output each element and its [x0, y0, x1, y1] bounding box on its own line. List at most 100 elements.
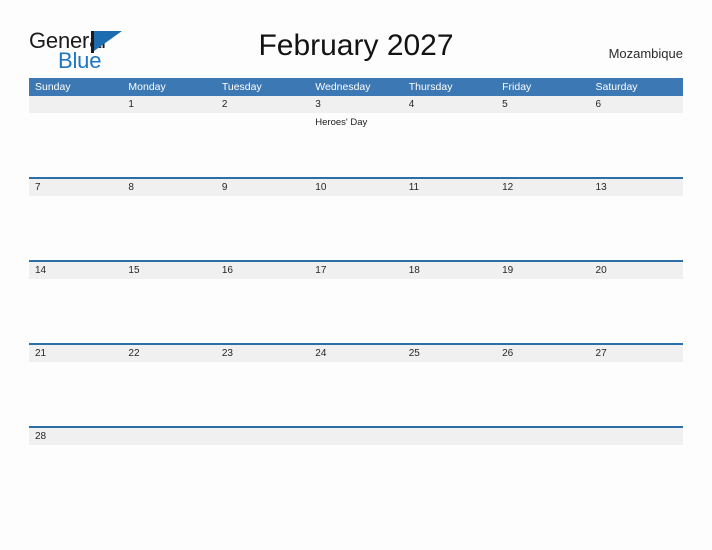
- event-cell[interactable]: [29, 445, 122, 509]
- day-cell[interactable]: 15: [122, 262, 215, 279]
- event-cell[interactable]: [403, 445, 496, 509]
- day-cell[interactable]: 19: [496, 262, 589, 279]
- event-cell[interactable]: [122, 362, 215, 426]
- event-cell[interactable]: [216, 362, 309, 426]
- event-cell[interactable]: [309, 196, 402, 260]
- event-cell[interactable]: [403, 196, 496, 260]
- event-label: Heroes' Day: [315, 117, 368, 128]
- day-number: 11: [408, 182, 420, 193]
- day-cell[interactable]: [29, 96, 122, 113]
- day-cell[interactable]: 7: [29, 179, 122, 196]
- day-cell[interactable]: 16: [216, 262, 309, 279]
- event-cell[interactable]: [309, 362, 402, 426]
- event-cell[interactable]: [403, 113, 496, 177]
- event-cell[interactable]: [496, 445, 589, 509]
- event-cell[interactable]: [496, 279, 589, 343]
- page-title: February 2027: [258, 29, 454, 62]
- day-number: 14: [35, 265, 47, 276]
- event-cell[interactable]: [403, 362, 496, 426]
- day-cell[interactable]: 21: [29, 345, 122, 362]
- calendar-week-row: 14 15 16 17 18 19 20: [29, 260, 683, 343]
- day-cell[interactable]: 25: [403, 345, 496, 362]
- week-events-band: [29, 445, 683, 509]
- week-day-number-band: 14 15 16 17 18 19 20: [29, 262, 683, 279]
- day-cell[interactable]: 5: [496, 96, 589, 113]
- weekday-header-tuesday: Tuesday: [221, 81, 262, 93]
- week-events-band: [29, 196, 683, 260]
- day-cell[interactable]: [496, 428, 589, 445]
- day-number: 25: [408, 348, 420, 359]
- event-cell[interactable]: [216, 445, 309, 509]
- day-number: 10: [315, 182, 327, 193]
- day-cell[interactable]: 24: [309, 345, 402, 362]
- day-cell[interactable]: 4: [403, 96, 496, 113]
- event-cell[interactable]: [29, 362, 122, 426]
- day-cell[interactable]: 17: [309, 262, 402, 279]
- day-cell[interactable]: 18: [403, 262, 496, 279]
- weekday-header-saturday: Saturday: [595, 81, 638, 93]
- day-cell[interactable]: 28: [29, 428, 122, 445]
- page-header: General Blue February 2027 Mozambique: [0, 0, 712, 78]
- day-number: 19: [502, 265, 514, 276]
- event-cell[interactable]: [496, 196, 589, 260]
- event-cell[interactable]: [29, 113, 122, 177]
- day-cell[interactable]: 3: [309, 96, 402, 113]
- day-cell[interactable]: [590, 428, 683, 445]
- day-number: 7: [35, 182, 41, 193]
- day-cell[interactable]: 12: [496, 179, 589, 196]
- day-cell[interactable]: 14: [29, 262, 122, 279]
- day-cell[interactable]: 8: [122, 179, 215, 196]
- event-cell[interactable]: [590, 279, 683, 343]
- day-cell[interactable]: 26: [496, 345, 589, 362]
- day-cell[interactable]: 22: [122, 345, 215, 362]
- day-number: 8: [128, 182, 134, 193]
- event-cell[interactable]: [496, 113, 589, 177]
- day-cell[interactable]: 6: [590, 96, 683, 113]
- event-cell[interactable]: [496, 362, 589, 426]
- day-cell[interactable]: 11: [403, 179, 496, 196]
- event-cell[interactable]: [216, 113, 309, 177]
- day-cell[interactable]: 20: [590, 262, 683, 279]
- day-cell[interactable]: 23: [216, 345, 309, 362]
- event-cell[interactable]: [309, 445, 402, 509]
- day-cell[interactable]: [122, 428, 215, 445]
- day-cell[interactable]: 1: [122, 96, 215, 113]
- week-day-number-band: 1 2 3 4 5 6: [29, 96, 683, 113]
- day-number: 2: [221, 99, 228, 110]
- event-cell[interactable]: [590, 196, 683, 260]
- event-cell[interactable]: [309, 279, 402, 343]
- day-cell[interactable]: 27: [590, 345, 683, 362]
- day-number: 17: [315, 265, 327, 276]
- event-cell[interactable]: [216, 196, 309, 260]
- event-cell[interactable]: [122, 196, 215, 260]
- event-cell[interactable]: [122, 279, 215, 343]
- event-cell[interactable]: Heroes' Day: [309, 113, 402, 177]
- calendar-week-row: 28: [29, 426, 683, 509]
- day-cell[interactable]: 13: [590, 179, 683, 196]
- calendar-week-row: 1 2 3 4 5 6 Heroes' Day: [29, 96, 683, 177]
- weekday-header-friday: Friday: [502, 81, 532, 93]
- event-cell[interactable]: [216, 279, 309, 343]
- day-cell[interactable]: [403, 428, 496, 445]
- day-number: 24: [315, 348, 327, 359]
- event-cell[interactable]: [590, 113, 683, 177]
- event-cell[interactable]: [403, 279, 496, 343]
- event-cell[interactable]: [590, 362, 683, 426]
- day-cell[interactable]: 10: [309, 179, 402, 196]
- day-cell[interactable]: 9: [216, 179, 309, 196]
- week-events-band: [29, 279, 683, 343]
- weekday-header-monday: Monday: [128, 81, 166, 93]
- event-cell[interactable]: [29, 196, 122, 260]
- day-number: 9: [221, 182, 228, 193]
- day-cell[interactable]: [216, 428, 309, 445]
- weekday-header-row: Sunday Monday Tuesday Wednesday Thursday…: [29, 78, 683, 96]
- day-cell[interactable]: [309, 428, 402, 445]
- event-cell[interactable]: [122, 113, 215, 177]
- event-cell[interactable]: [29, 279, 122, 343]
- day-number: 13: [595, 182, 607, 193]
- day-number: 1: [128, 99, 134, 110]
- week-events-band: Heroes' Day: [29, 113, 683, 177]
- event-cell[interactable]: [122, 445, 215, 509]
- day-cell[interactable]: 2: [216, 96, 309, 113]
- event-cell[interactable]: [590, 445, 683, 509]
